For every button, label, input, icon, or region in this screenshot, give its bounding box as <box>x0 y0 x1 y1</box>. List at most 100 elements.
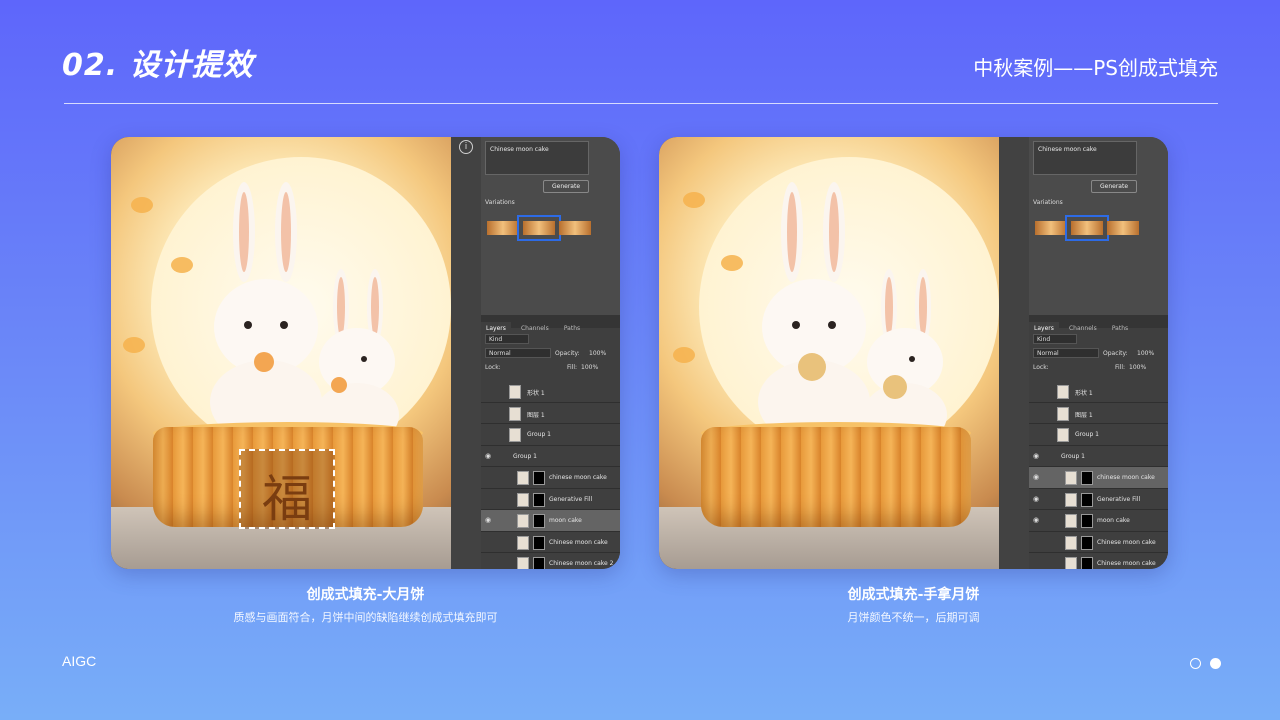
caption-desc-right: 月饼颜色不统一，后期可调 <box>847 611 980 624</box>
layer-name: 形状 1 <box>1075 390 1093 397</box>
layer-thumbnail <box>1065 492 1077 507</box>
layer-row[interactable]: Chinese moon cake <box>1029 553 1168 569</box>
marquee-selection[interactable]: 福 <box>239 449 335 529</box>
small-rabbit <box>315 269 399 447</box>
layer-mask <box>533 492 545 507</box>
slide-subtitle: 中秋案例——PS创成式填充 <box>973 56 1218 80</box>
layer-row[interactable]: ◉ moon cake <box>1029 510 1168 532</box>
flower <box>683 192 705 208</box>
layer-mask <box>533 471 545 485</box>
layer-list: 形状 1 图层 1 Group 1 ◉ Group 1 ◉ chinese mo… <box>1029 381 1168 569</box>
layer-mask <box>1081 535 1093 550</box>
layer-row[interactable]: chinese moon cake <box>481 467 620 489</box>
layer-name: 形状 1 <box>527 390 545 397</box>
prompt-input[interactable]: Chinese moon cake <box>1033 141 1137 175</box>
page-dot[interactable] <box>1190 658 1201 669</box>
variation-thumbnail[interactable] <box>487 221 519 235</box>
variations-row <box>1033 213 1165 243</box>
layer-thumbnail <box>1065 471 1077 485</box>
fill-label: Fill: <box>1115 364 1126 371</box>
layer-name: Group 1 <box>1075 431 1099 438</box>
artwork-canvas: 福 <box>111 137 451 569</box>
layer-thumbnail <box>1065 535 1077 550</box>
generate-button[interactable]: Generate <box>1091 180 1137 193</box>
generate-button[interactable]: Generate <box>543 180 589 193</box>
eye-icon[interactable]: ◉ <box>1033 516 1039 524</box>
eye-icon[interactable]: ◉ <box>1033 495 1039 503</box>
big-rabbit <box>210 182 322 444</box>
eye-icon[interactable]: ◉ <box>1033 452 1039 460</box>
variation-thumbnail-selected[interactable] <box>1065 215 1109 241</box>
footer-brand: AIGC <box>62 653 97 669</box>
blend-mode-select[interactable]: Normal <box>485 348 551 358</box>
flower <box>131 197 153 213</box>
caption-desc-left: 质感与画面符合，月饼中间的缺陷继续创成式填充即可 <box>233 611 498 624</box>
layer-name: 图层 1 <box>1075 411 1093 419</box>
layer-row[interactable]: Group 1 <box>481 424 620 446</box>
kind-filter[interactable]: Kind <box>1033 334 1077 344</box>
tab-paths[interactable]: Paths <box>1107 322 1133 335</box>
layers-panel: Layers Channels Paths Kind Normal Opacit… <box>481 315 620 569</box>
layer-thumbnail <box>1057 428 1069 442</box>
slide-title: 02. 设计提效 <box>62 48 254 83</box>
layer-thumbnail <box>517 492 529 507</box>
right-screenshot-panel: Chinese moon cake Generate Variations La… <box>659 137 1168 569</box>
info-icon[interactable]: i <box>459 140 473 154</box>
layer-thumbnail <box>1057 385 1069 399</box>
eye-icon[interactable]: ◉ <box>1033 473 1039 481</box>
left-screenshot-panel: 福 i Chinese moon cake Generate Variation… <box>111 137 620 569</box>
eye-icon[interactable]: ◉ <box>485 452 491 460</box>
tab-paths[interactable]: Paths <box>559 322 585 335</box>
layer-row-selected[interactable]: ◉ chinese moon cake <box>1029 467 1168 489</box>
layer-thumbnail <box>1065 514 1077 528</box>
layer-thumbnail <box>517 557 529 569</box>
opacity-value[interactable]: 100% <box>589 350 606 357</box>
layer-thumbnail <box>517 471 529 485</box>
variation-thumbnail[interactable] <box>1035 221 1067 235</box>
layer-row[interactable]: 形状 1 <box>481 381 620 403</box>
fill-value[interactable]: 100% <box>1129 364 1146 371</box>
layer-thumbnail <box>509 385 521 399</box>
layer-list: 形状 1 图层 1 Group 1 ◉ Group 1 chinese moon… <box>481 381 620 569</box>
layer-mask <box>1081 557 1093 569</box>
layer-row[interactable]: Chinese moon cake <box>1029 532 1168 553</box>
layer-name: Chinese moon cake <box>1097 538 1156 546</box>
blend-mode-select[interactable]: Normal <box>1033 348 1099 358</box>
layer-name: Generative Fill <box>549 495 593 503</box>
flower <box>673 347 695 363</box>
layer-row[interactable]: 图层 1 <box>481 403 620 424</box>
properties-panel: Chinese moon cake Generate Variations <box>1029 137 1168 315</box>
opacity-value[interactable]: 100% <box>1137 350 1154 357</box>
layer-row[interactable]: Chinese moon cake <box>481 532 620 553</box>
kind-filter[interactable]: Kind <box>485 334 529 344</box>
prompt-input[interactable]: Chinese moon cake <box>485 141 589 175</box>
layer-row[interactable]: Group 1 <box>1029 424 1168 446</box>
variation-thumbnail-selected[interactable] <box>517 215 561 241</box>
layer-row[interactable]: 图层 1 <box>1029 403 1168 424</box>
layer-thumbnail <box>509 428 521 442</box>
eye-icon[interactable]: ◉ <box>485 516 491 524</box>
variation-thumbnail[interactable] <box>559 221 591 235</box>
opacity-label: Opacity: <box>555 350 580 357</box>
opacity-label: Opacity: <box>1103 350 1128 357</box>
variation-thumbnail[interactable] <box>1107 221 1139 235</box>
pagination-dots <box>1190 654 1225 673</box>
layer-row-selected[interactable]: ◉ moon cake <box>481 510 620 532</box>
layer-name: moon cake <box>549 517 582 524</box>
layer-row[interactable]: ◉ Generative Fill <box>1029 489 1168 510</box>
layer-name: moon cake <box>1097 517 1130 524</box>
layer-mask <box>1081 471 1093 485</box>
layer-thumbnail <box>509 406 521 421</box>
layer-group-row[interactable]: ◉ Group 1 <box>481 446 620 467</box>
flower <box>171 257 193 273</box>
layer-mask <box>1081 492 1093 507</box>
layer-row[interactable]: Generative Fill <box>481 489 620 510</box>
layer-group-row[interactable]: ◉ Group 1 <box>1029 446 1168 467</box>
layer-row[interactable]: Chinese moon cake 2 <box>481 553 620 569</box>
fill-value[interactable]: 100% <box>581 364 598 371</box>
photoshop-sidebar: Chinese moon cake Generate Variations La… <box>999 137 1168 569</box>
layer-tabs: Layers Channels Paths <box>1029 315 1168 335</box>
lock-label: Lock: <box>1033 364 1049 371</box>
layer-row[interactable]: 形状 1 <box>1029 381 1168 403</box>
page-dot-active[interactable] <box>1210 658 1222 669</box>
